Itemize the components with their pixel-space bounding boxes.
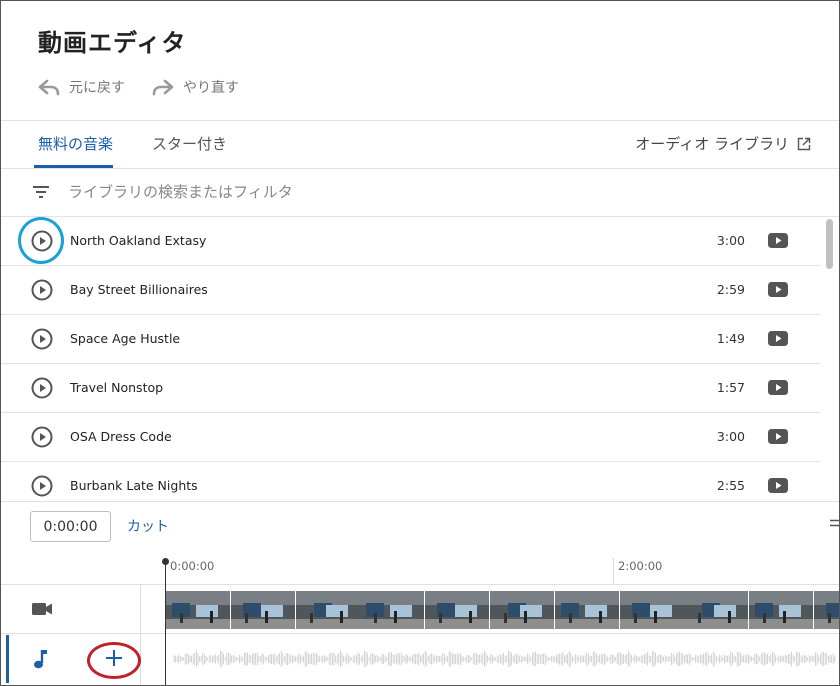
play-icon[interactable] xyxy=(30,376,54,400)
track-list: North Oakland Extasy 3:00 Bay Street Bil… xyxy=(1,217,821,501)
page-title: 動画エディタ xyxy=(38,29,187,57)
track-duration: 1:49 xyxy=(716,331,745,346)
menu-icon[interactable] xyxy=(830,519,840,527)
track-title: Travel Nonstop xyxy=(70,380,164,395)
divider xyxy=(1,633,839,634)
video-track-thumbnails[interactable] xyxy=(166,591,839,629)
track-duration: 2:55 xyxy=(716,478,745,493)
active-track-indicator xyxy=(6,635,9,683)
track-row[interactable]: Travel Nonstop 1:57 xyxy=(1,364,821,413)
video-thumbnail xyxy=(166,591,230,629)
youtube-icon[interactable] xyxy=(768,429,788,444)
external-link-icon xyxy=(797,137,811,150)
play-icon[interactable] xyxy=(30,425,54,449)
cut-button[interactable]: カット xyxy=(127,516,169,536)
track-row[interactable]: OSA Dress Code 3:00 xyxy=(1,413,821,462)
video-thumbnail xyxy=(360,591,425,629)
divider xyxy=(1,584,839,585)
redo-icon xyxy=(152,79,174,96)
track-duration: 2:59 xyxy=(716,282,745,297)
video-thumbnail xyxy=(230,591,295,629)
track-duration: 3:00 xyxy=(716,233,745,248)
library-search-input[interactable] xyxy=(68,183,528,201)
track-title: Bay Street Billionaires xyxy=(70,282,208,297)
track-row[interactable]: North Oakland Extasy 3:00 xyxy=(1,217,821,266)
waveform-path xyxy=(173,650,836,668)
youtube-icon[interactable] xyxy=(768,478,788,493)
redo-label: やり直す xyxy=(183,80,239,96)
ruler-label: 0:00:00 xyxy=(170,559,215,573)
audio-library-link[interactable]: オーディオ ライブラリ xyxy=(635,133,811,154)
video-editor-window: 動画エディタ 元に戻す やり直す 無料の音楽 スター付き オーディオ ライブラリ… xyxy=(0,0,840,686)
undo-button[interactable]: 元に戻す xyxy=(37,77,125,97)
library-filter xyxy=(31,182,591,202)
video-thumbnail xyxy=(489,591,554,629)
youtube-icon[interactable] xyxy=(768,233,788,248)
track-list-scrollbar[interactable] xyxy=(826,219,833,269)
ruler-tick xyxy=(613,558,614,584)
track-title: OSA Dress Code xyxy=(70,429,172,444)
timecode-input[interactable] xyxy=(30,511,111,542)
play-icon[interactable] xyxy=(30,474,54,498)
video-thumbnail xyxy=(749,591,814,629)
video-thumbnail xyxy=(813,591,839,629)
track-row[interactable]: Bay Street Billionaires 2:59 xyxy=(1,266,821,315)
divider xyxy=(1,501,839,502)
filter-icon xyxy=(33,186,49,198)
youtube-icon[interactable] xyxy=(768,380,788,395)
annotation-circle-red xyxy=(87,642,141,679)
video-thumbnail xyxy=(295,591,360,629)
play-icon[interactable] xyxy=(30,327,54,351)
video-thumbnail xyxy=(425,591,490,629)
divider xyxy=(1,168,839,169)
youtube-icon[interactable] xyxy=(768,331,788,346)
divider xyxy=(1,120,839,121)
audio-waveform[interactable] xyxy=(166,641,840,677)
redo-button[interactable]: やり直す xyxy=(151,77,239,97)
tab-starred[interactable]: スター付き xyxy=(152,133,227,154)
play-icon[interactable] xyxy=(30,278,54,302)
music-note-icon xyxy=(34,650,47,669)
video-thumbnail xyxy=(684,591,749,629)
ruler-label: 2:00:00 xyxy=(618,559,663,573)
playhead xyxy=(165,561,166,685)
tab-free-music[interactable]: 無料の音楽 xyxy=(38,133,113,154)
annotation-circle-blue xyxy=(18,217,64,264)
video-thumbnail xyxy=(619,591,684,629)
track-title: Space Age Hustle xyxy=(70,331,181,346)
track-duration: 3:00 xyxy=(716,429,745,444)
undo-icon xyxy=(38,79,60,96)
audio-library-label: オーディオ ライブラリ xyxy=(635,135,789,153)
video-camera-icon xyxy=(32,603,52,615)
video-thumbnail xyxy=(554,591,619,629)
track-row[interactable]: Space Age Hustle 1:49 xyxy=(1,315,821,364)
youtube-icon[interactable] xyxy=(768,282,788,297)
track-title: Burbank Late Nights xyxy=(70,478,198,493)
track-duration: 1:57 xyxy=(716,380,745,395)
undo-label: 元に戻す xyxy=(69,80,125,96)
track-row[interactable]: Burbank Late Nights 2:55 xyxy=(1,462,821,501)
track-title: North Oakland Extasy xyxy=(70,233,207,248)
